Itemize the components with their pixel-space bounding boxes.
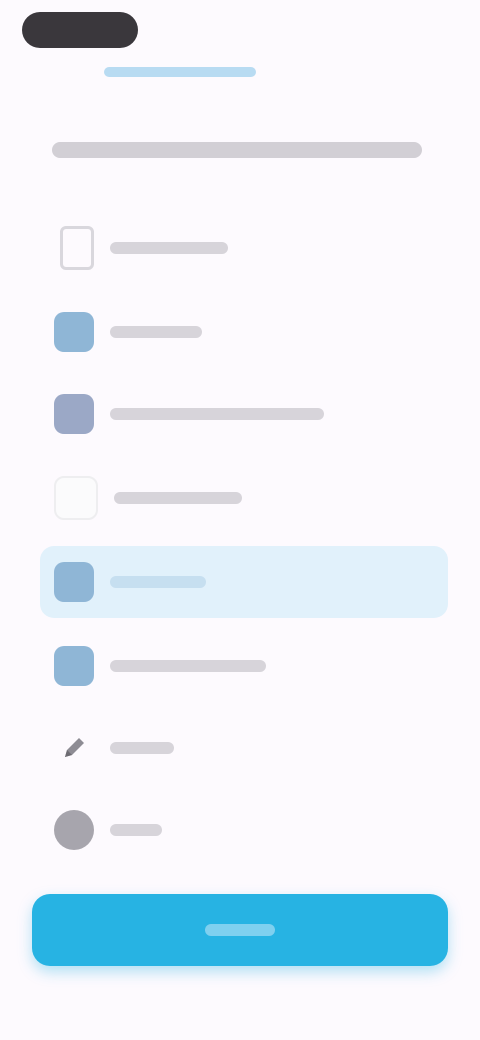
button-label-placeholder: [205, 924, 275, 936]
question-text-placeholder: [52, 142, 422, 158]
pencil-icon: [54, 728, 94, 768]
option-item-5-selected[interactable]: [40, 546, 448, 618]
option-label-placeholder: [110, 824, 162, 836]
option-label-placeholder: [110, 660, 266, 672]
option-label-placeholder: [114, 492, 242, 504]
blue-square-icon: [54, 646, 94, 686]
option-label-wrap: [110, 562, 206, 602]
back-link[interactable]: [104, 60, 256, 84]
option-label-wrap: [110, 728, 174, 768]
option-item-3[interactable]: [40, 378, 448, 450]
option-label-wrap: [110, 394, 324, 434]
circle-icon: [54, 810, 94, 850]
slate-square-icon: [54, 394, 94, 434]
question-title: [52, 130, 422, 170]
option-label-wrap: [110, 646, 266, 686]
back-link-placeholder: [104, 67, 256, 77]
option-item-7[interactable]: [40, 712, 448, 784]
document-icon: [60, 226, 94, 270]
option-label-placeholder: [110, 742, 174, 754]
blank-icon: [54, 476, 98, 520]
option-label-wrap: [110, 810, 162, 850]
blue-square-icon: [54, 562, 94, 602]
option-item-1[interactable]: [40, 212, 448, 284]
option-label-wrap: [110, 228, 228, 268]
status-bar-pill: [22, 12, 138, 48]
option-label-wrap: [114, 478, 242, 518]
option-item-2[interactable]: [40, 296, 448, 368]
option-label-placeholder: [110, 576, 206, 588]
blue-square-icon: [54, 312, 94, 352]
option-label-placeholder: [110, 408, 324, 420]
option-label-placeholder: [110, 326, 202, 338]
continue-button[interactable]: [32, 894, 448, 966]
option-item-8[interactable]: [40, 794, 448, 866]
option-item-4[interactable]: [40, 462, 448, 534]
option-item-6[interactable]: [40, 630, 448, 702]
option-label-placeholder: [110, 242, 228, 254]
option-label-wrap: [110, 312, 202, 352]
